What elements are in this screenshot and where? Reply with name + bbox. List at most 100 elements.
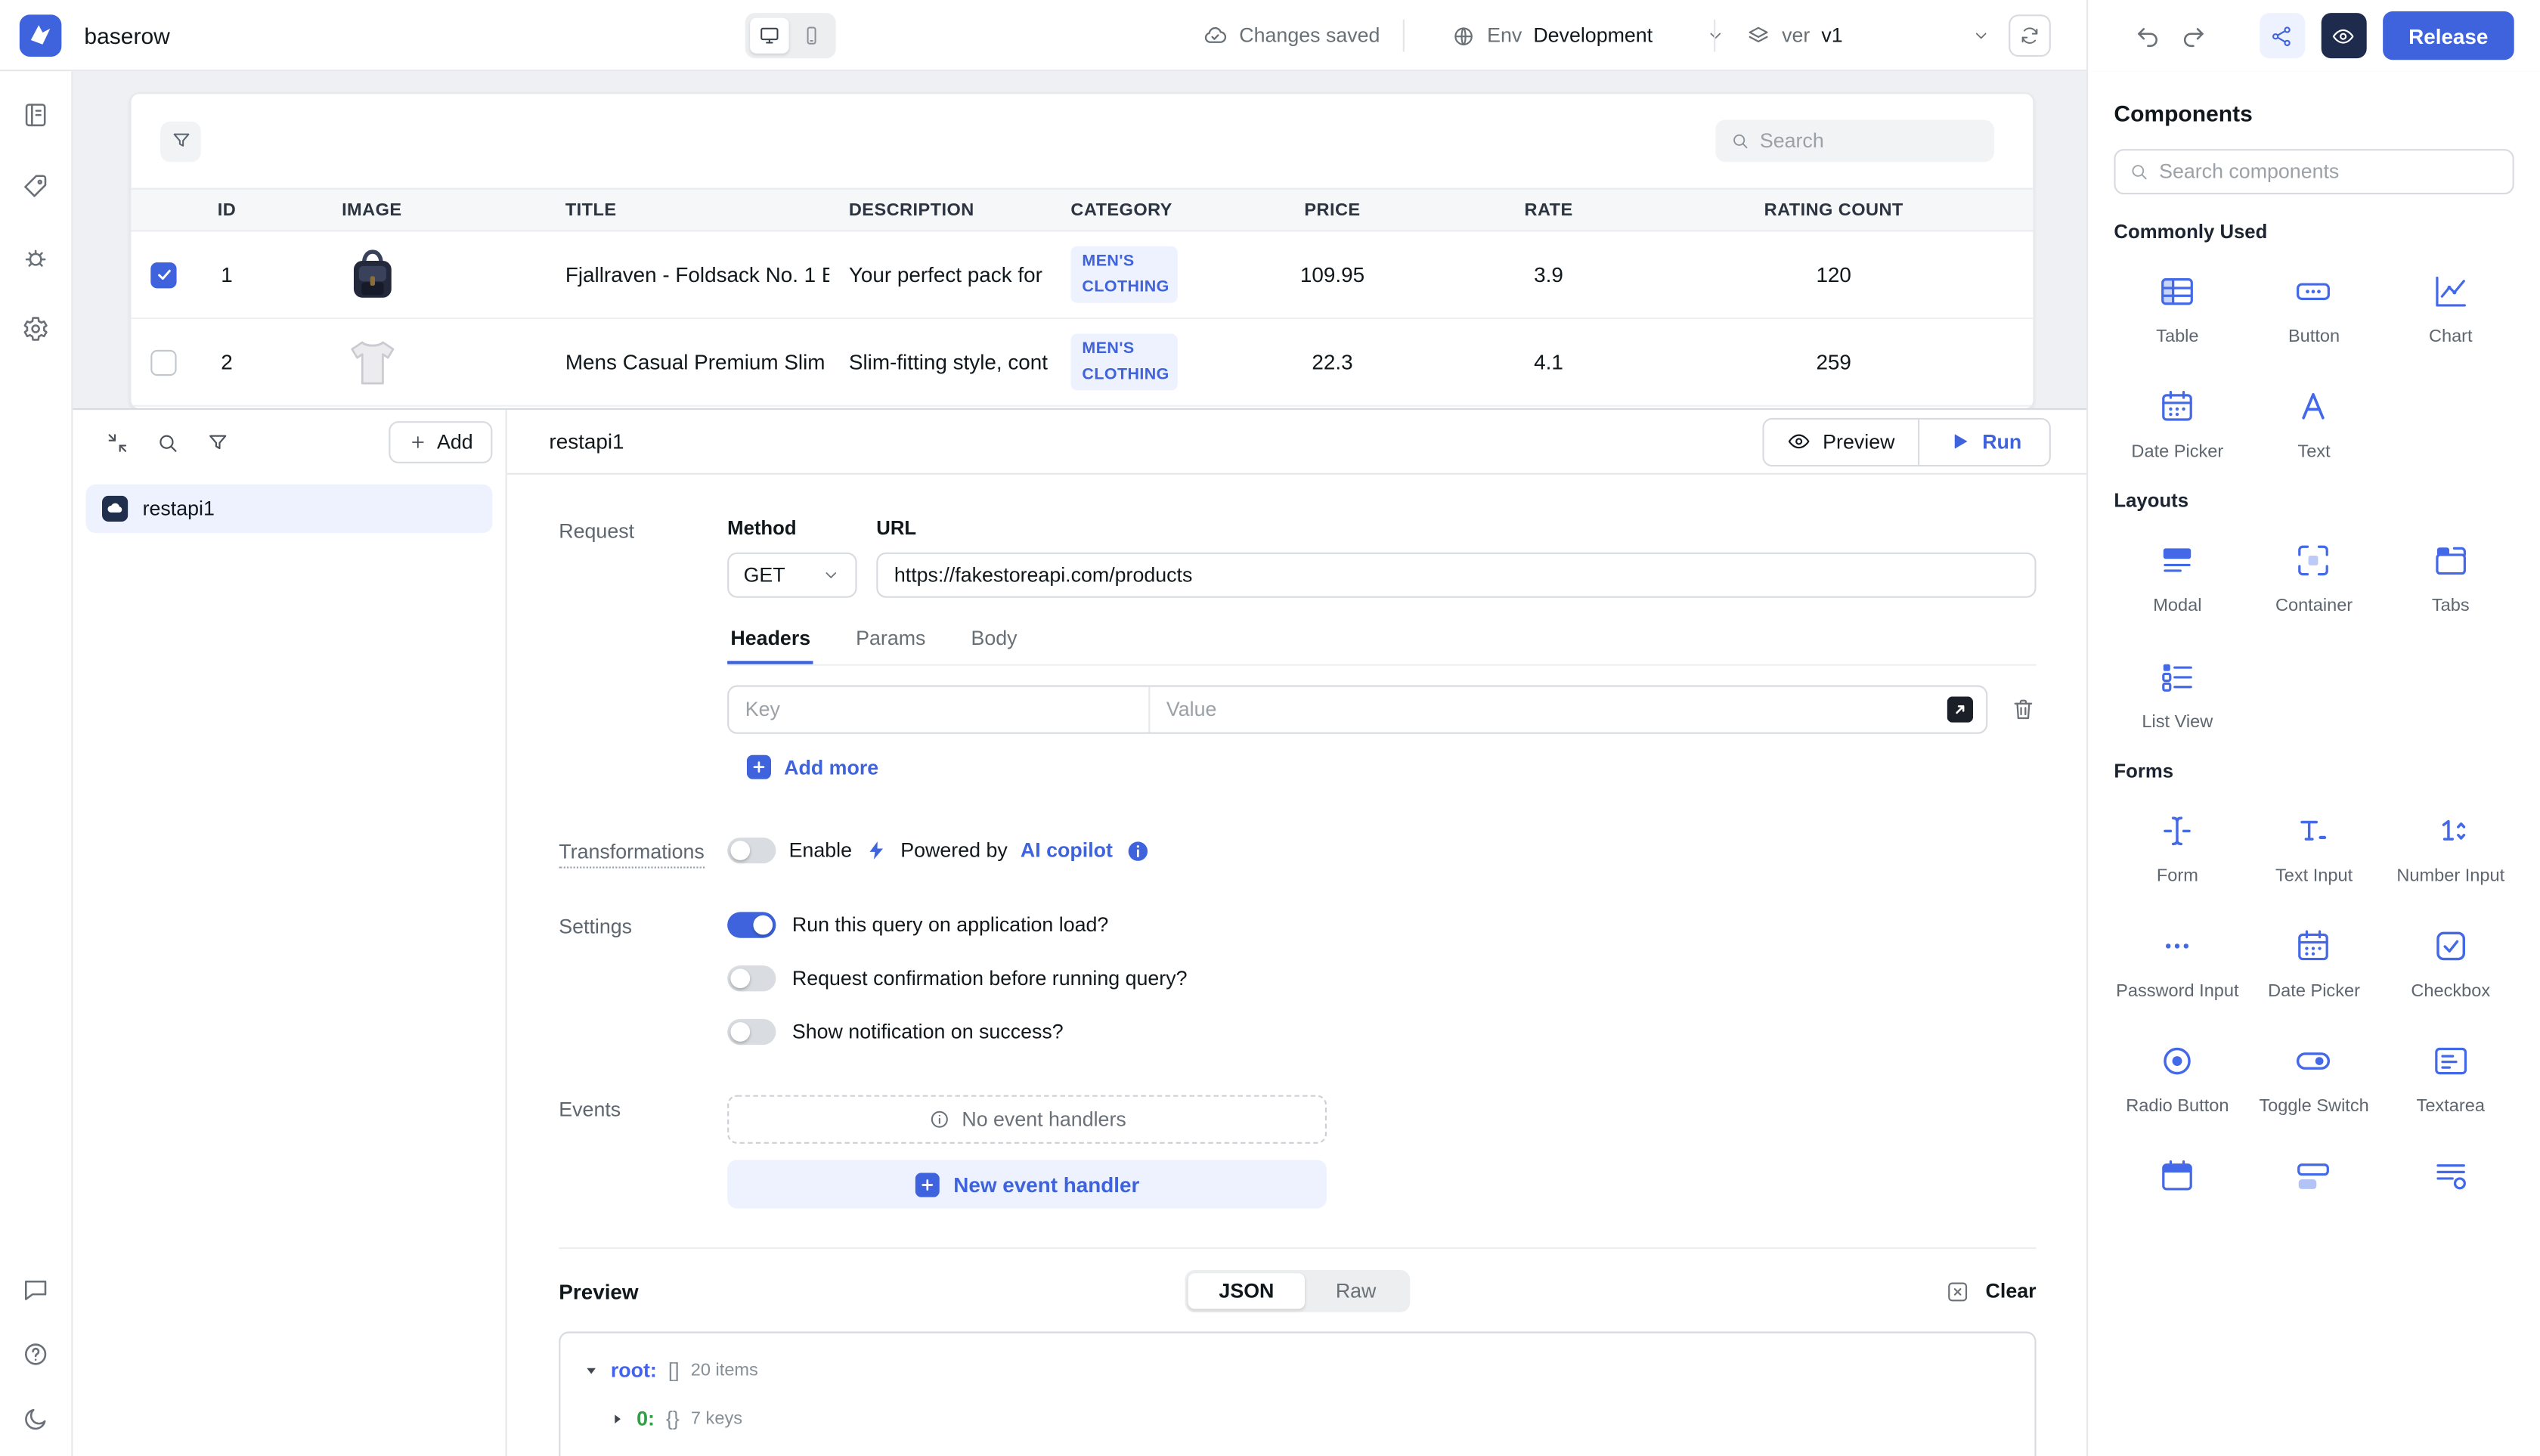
clear-button[interactable]: Clear	[1986, 1280, 2037, 1303]
component-item-chart[interactable]: Chart	[2387, 272, 2514, 349]
component-item-password-input[interactable]: Password Input	[2114, 927, 2241, 1003]
query-list-item[interactable]: restapi1	[86, 485, 493, 533]
trash-icon[interactable]	[2010, 696, 2036, 722]
components-search-input[interactable]	[2159, 160, 2499, 183]
run-query-button[interactable]: Run	[1919, 419, 2049, 464]
redo-button[interactable]	[2179, 21, 2208, 51]
setting-toggle[interactable]	[727, 912, 776, 937]
row-checkbox[interactable]	[150, 349, 176, 375]
filter-icon[interactable]	[206, 430, 230, 454]
tab-params[interactable]: Params	[853, 627, 929, 664]
chat-icon[interactable]	[21, 1275, 51, 1304]
add-query-button[interactable]: Add	[389, 421, 493, 463]
column-header[interactable]: RATING COUNT	[1640, 190, 2028, 231]
tab-headers[interactable]: Headers	[727, 627, 813, 664]
column-header[interactable]: DESCRIPTION	[829, 190, 1048, 231]
caret-right-icon[interactable]	[609, 1411, 625, 1427]
column-header[interactable]: ID	[191, 190, 262, 231]
preview-header: Preview JSON Raw Clear	[559, 1267, 2036, 1315]
component-item-number-input[interactable]: Number Input	[2387, 811, 2514, 888]
tab-body[interactable]: Body	[968, 627, 1021, 664]
divider	[1714, 20, 1715, 52]
help-icon[interactable]	[21, 1340, 51, 1369]
sync-button[interactable]	[2009, 14, 2051, 57]
component-item-table[interactable]: Table	[2114, 272, 2241, 349]
raw-tab[interactable]: Raw	[1305, 1273, 1407, 1309]
component-item-container[interactable]: Container	[2250, 542, 2377, 618]
header-key-input[interactable]	[729, 687, 1150, 733]
setting-toggle[interactable]	[727, 1019, 776, 1045]
version-selector[interactable]: ver v1	[1746, 0, 1990, 71]
component-item[interactable]	[2114, 1157, 2241, 1214]
table-filter-button[interactable]	[160, 121, 201, 162]
component-label: Container	[2275, 596, 2353, 618]
run-preview-group: Preview Run	[1763, 417, 2051, 466]
plus-square-icon	[915, 1172, 939, 1196]
component-item-form[interactable]: Form	[2114, 811, 2241, 888]
table-search-input[interactable]	[1760, 129, 1980, 152]
json-tree-row[interactable]: root:[]20 items	[583, 1346, 2012, 1395]
url-input[interactable]	[876, 553, 2036, 598]
info-icon[interactable]	[1126, 838, 1150, 863]
setting-label: Request confirmation before running quer…	[792, 967, 1188, 990]
component-item-textarea[interactable]: Textarea	[2387, 1042, 2514, 1118]
share-button[interactable]	[2260, 13, 2305, 58]
environment-selector[interactable]: Env Development	[1451, 0, 1726, 71]
app-logo-icon[interactable]	[20, 14, 62, 57]
caret-down-icon[interactable]	[583, 1362, 599, 1378]
cell-rate: 3.9	[1458, 231, 1640, 318]
header-value-input[interactable]	[1150, 687, 1947, 733]
component-label: Modal	[2153, 596, 2201, 618]
preview-query-button[interactable]: Preview	[1764, 419, 1919, 464]
component-item-radio-button[interactable]: Radio Button	[2114, 1042, 2241, 1118]
search-icon[interactable]	[156, 430, 180, 454]
setting-label: Show notification on success?	[792, 1021, 1064, 1043]
component-item-modal[interactable]: Modal	[2114, 542, 2241, 618]
clear-icon[interactable]	[1945, 1279, 1969, 1303]
table-widget[interactable]: IDIMAGETITLEDESCRIPTIONCATEGORYPRICERATE…	[129, 92, 2034, 410]
settings-icon[interactable]	[21, 314, 51, 344]
component-item-text-input[interactable]: Text Input	[2250, 811, 2377, 888]
collapse-panel-icon[interactable]	[105, 430, 129, 454]
versions-icon	[1746, 23, 1770, 48]
debugger-icon[interactable]	[21, 243, 51, 272]
component-item-button[interactable]: Button	[2250, 272, 2377, 349]
transformations-toggle[interactable]	[727, 838, 776, 863]
component-item[interactable]	[2387, 1157, 2514, 1214]
ai-copilot-link[interactable]: AI copilot	[1021, 839, 1113, 862]
component-item-tabs[interactable]: Tabs	[2387, 542, 2514, 618]
column-header[interactable]: CATEGORY	[1048, 190, 1206, 231]
column-header[interactable]: IMAGE	[262, 190, 481, 231]
cell-description: Your perfect pack for e	[829, 231, 1048, 318]
new-event-handler-button[interactable]: New event handler	[727, 1160, 1327, 1208]
component-item-date-picker[interactable]: Date Picker	[2250, 927, 2377, 1003]
table-row[interactable]: 2Mens Casual Premium Slim FSlim-fitting …	[132, 319, 2034, 407]
component-item-checkbox[interactable]: Checkbox	[2387, 927, 2514, 1003]
release-button[interactable]: Release	[2383, 11, 2514, 60]
row-checkbox[interactable]	[150, 262, 176, 287]
column-header[interactable]: PRICE	[1206, 190, 1457, 231]
undo-button[interactable]	[2133, 21, 2163, 51]
mobile-view-button[interactable]	[792, 18, 831, 54]
column-header[interactable]: TITLE	[481, 190, 829, 231]
method-select[interactable]: GET	[727, 553, 856, 598]
desktop-view-button[interactable]	[750, 18, 788, 54]
json-tree-row[interactable]: 1:{}7 keys	[609, 1443, 2012, 1456]
column-header[interactable]: RATE	[1458, 190, 1640, 231]
expand-editor-icon[interactable]	[1947, 696, 1973, 722]
pages-icon[interactable]	[21, 101, 51, 130]
component-item[interactable]	[2250, 1157, 2377, 1214]
kv-box	[727, 685, 1987, 733]
inspector-icon[interactable]	[21, 172, 51, 201]
component-item-toggle-switch[interactable]: Toggle Switch	[2250, 1042, 2377, 1118]
component-item-list-view[interactable]: List View	[2114, 657, 2241, 733]
add-more-button[interactable]: Add more	[747, 755, 878, 779]
setting-toggle[interactable]	[727, 965, 776, 991]
table-row[interactable]: 1Fjallraven - Foldsack No. 1 BYour perfe…	[132, 231, 2034, 319]
component-item-text[interactable]: Text	[2250, 388, 2377, 464]
json-tab[interactable]: JSON	[1188, 1273, 1305, 1309]
app-preview-button[interactable]	[2321, 13, 2366, 58]
theme-toggle-icon[interactable]	[21, 1405, 51, 1434]
json-tree-row[interactable]: 0:{}7 keys	[609, 1395, 2012, 1443]
component-item-date-picker[interactable]: Date Picker	[2114, 388, 2241, 464]
